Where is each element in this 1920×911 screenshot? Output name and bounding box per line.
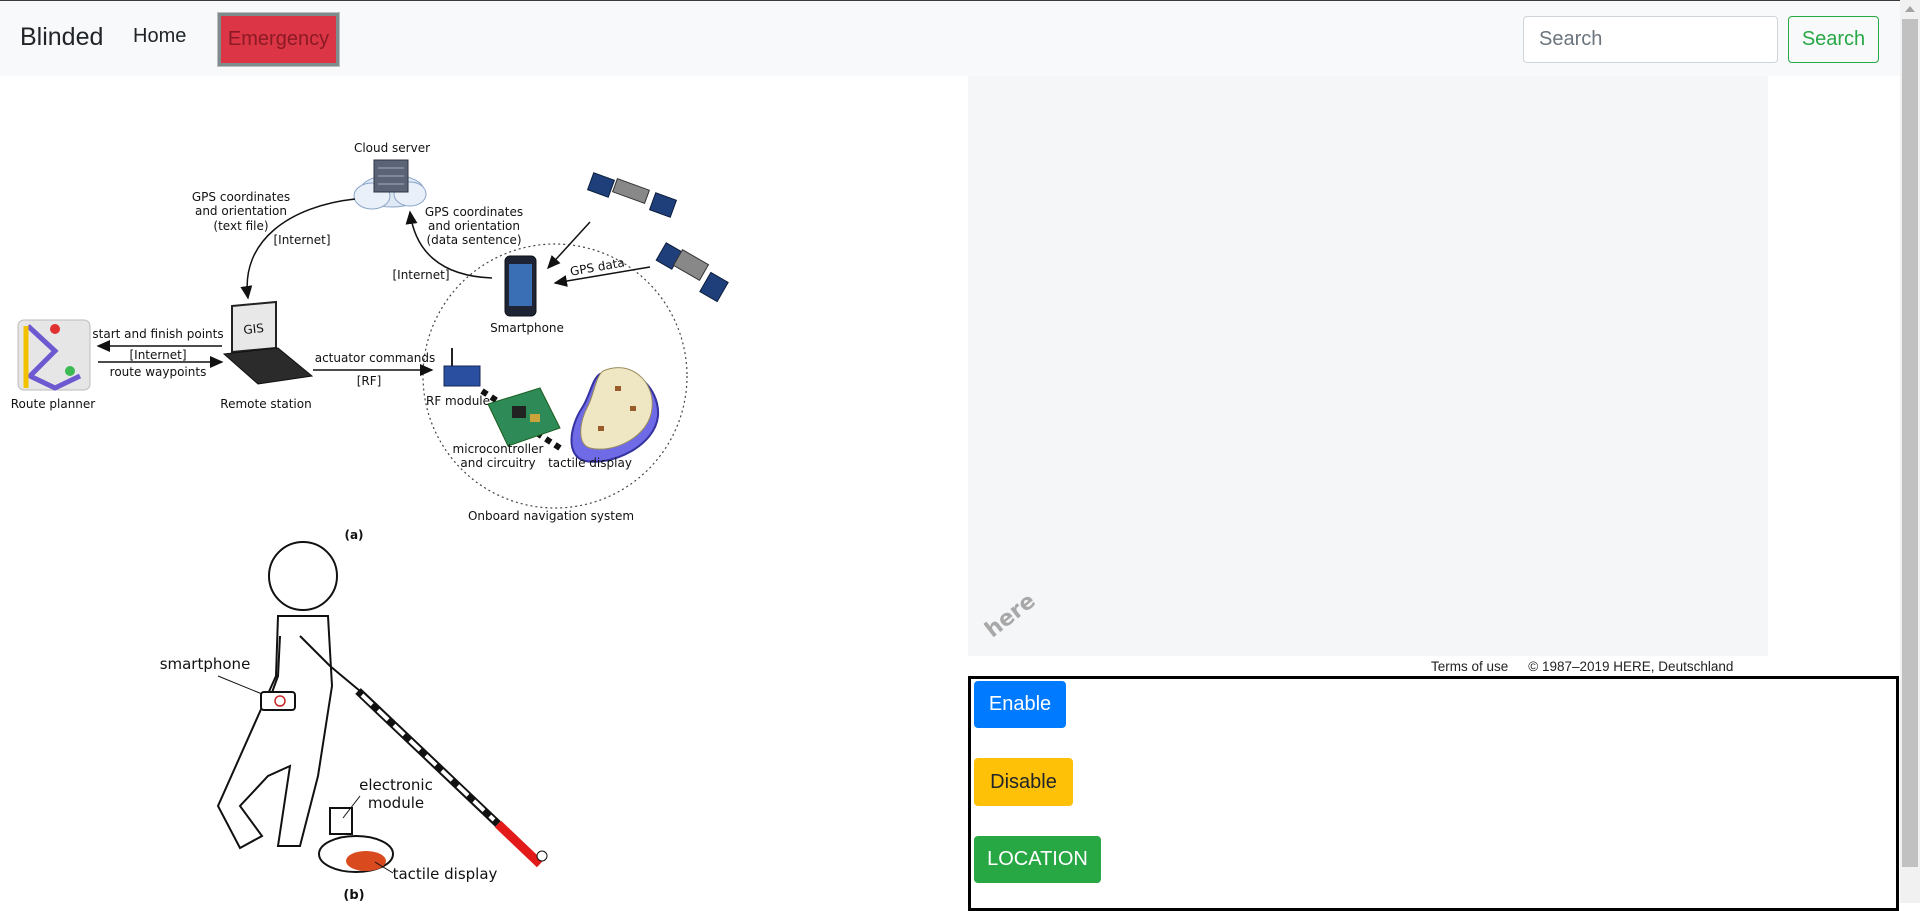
cloud-server-label: Cloud server [354, 141, 430, 155]
vertical-scrollbar[interactable] [1900, 0, 1920, 903]
remote-station-label: Remote station [220, 397, 311, 411]
cane-tip [536, 850, 548, 862]
electronic-module-label-2: module [368, 794, 424, 812]
map-attribution: Terms of use © 1987–2019 HERE, Deutschla… [1400, 656, 1768, 676]
gps-textfile-label-2: and orientation [195, 204, 287, 218]
gps-sentence-label-1: GPS coordinates [425, 205, 523, 219]
microcontroller-label-1: microcontroller [453, 442, 544, 456]
caption-b: (b) [343, 888, 364, 903]
arrow-satellite1-to-phone [546, 221, 591, 270]
gps-textfile-label-1: GPS coordinates [192, 190, 290, 204]
start-finish-label: start and finish points [92, 327, 223, 341]
cloud-server-icon [353, 159, 427, 210]
tactile-display-label-b: tactile display [393, 865, 498, 883]
internet-label-1: [Internet] [273, 233, 330, 247]
gps-sentence-label-2: and orientation [428, 219, 520, 233]
disable-button[interactable]: Disable [974, 758, 1073, 806]
tactile-display-label-a: tactile display [548, 456, 632, 470]
laptop-icon [222, 300, 314, 385]
caption-a: (a) [344, 528, 363, 542]
microcontroller-icon [487, 387, 561, 447]
scroll-up-arrow-icon[interactable] [1900, 0, 1920, 17]
rf-module-icon [443, 348, 481, 387]
map-copyright: © 1987–2019 HERE, Deutschland [1528, 658, 1734, 674]
emergency-button[interactable]: Emergency [217, 12, 340, 67]
scroll-thumb[interactable] [1902, 19, 1918, 867]
rf-module-label: RF module [426, 394, 490, 408]
smartphone-pointer [217, 675, 263, 695]
smartphone-icon [504, 255, 537, 317]
person-with-cane-illustration [216, 541, 394, 873]
route-planner-label: Route planner [11, 397, 96, 411]
onboard-label: Onboard navigation system [468, 509, 634, 523]
enable-button[interactable]: Enable [974, 681, 1066, 728]
internet-label-2: [Internet] [392, 268, 449, 282]
control-panel: Enable Disable LOCATION [968, 676, 1899, 911]
satellite-icon-1 [586, 172, 678, 218]
cane-tip-red [494, 820, 544, 868]
actuator-commands-label: actuator commands [315, 351, 436, 365]
satellite-icon-2 [655, 242, 729, 303]
gps-sentence-label-3: (data sentence) [426, 233, 521, 247]
route-waypoints-label: route waypoints [110, 365, 207, 379]
location-button[interactable]: LOCATION [974, 836, 1101, 883]
route-planner-icon [17, 319, 91, 391]
map-canvas[interactable] [968, 76, 1768, 656]
system-diagram-figure: Cloud server GPS coordinates and orienta… [11, 141, 729, 903]
terms-of-use-link[interactable]: Terms of use [1431, 659, 1508, 674]
brand[interactable]: Blinded [20, 23, 103, 52]
smartphone-label-b: smartphone [160, 655, 251, 673]
search-button[interactable]: Search [1788, 16, 1879, 63]
smartphone-label: Smartphone [490, 321, 564, 335]
rf-label: [RF] [357, 374, 382, 388]
electronic-module-label-1: electronic [359, 776, 433, 794]
tactile-display-icon [570, 367, 660, 463]
internet-label-3: [Internet] [129, 348, 186, 362]
arm-smartphone-icon [260, 691, 296, 711]
gps-textfile-label-3: (text file) [213, 219, 268, 233]
navbar: Blinded Home Emergency Search [0, 1, 1900, 76]
search-input[interactable] [1523, 16, 1778, 63]
gis-label: GIS [243, 321, 265, 337]
microcontroller-label-2: and circuitry [460, 456, 535, 470]
nav-home-link[interactable]: Home [133, 25, 186, 48]
